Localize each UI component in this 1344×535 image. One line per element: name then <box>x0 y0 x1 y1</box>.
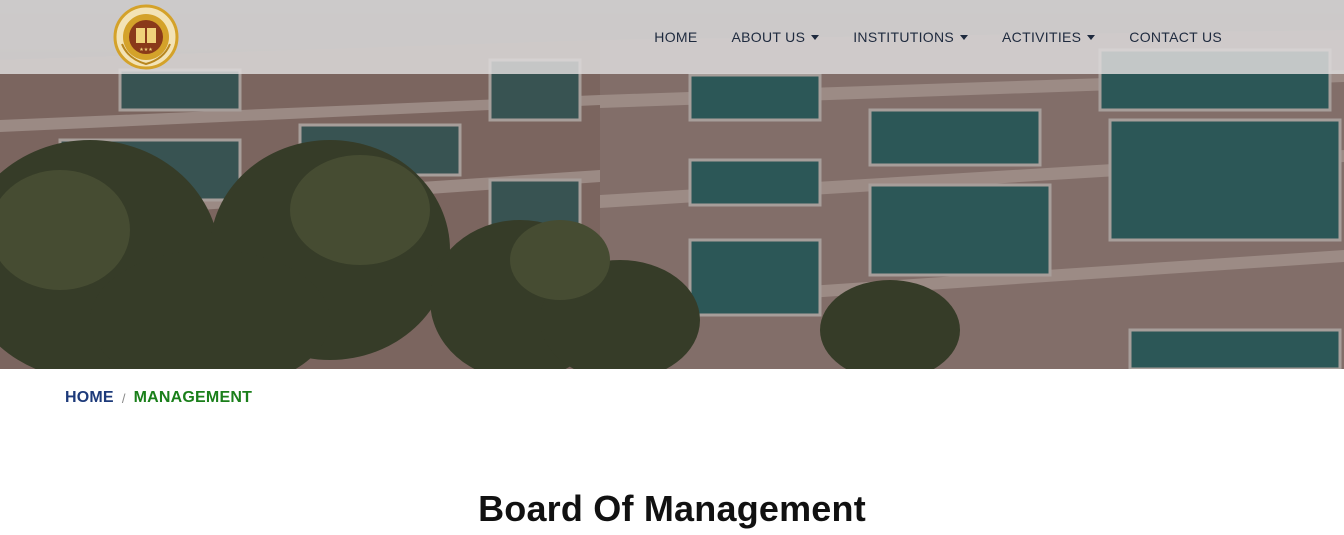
nav-contact-us[interactable]: CONTACT US <box>1129 29 1222 45</box>
caret-down-icon <box>960 34 969 40</box>
breadcrumb-home-link[interactable]: HOME <box>65 389 114 407</box>
trust-emblem-logo[interactable]: ★★★ <box>108 4 184 70</box>
breadcrumb-current: MANAGEMENT <box>133 389 253 406</box>
nav-home[interactable]: HOME <box>654 29 697 45</box>
page-title: Board Of Management <box>478 488 866 529</box>
nav-about-us[interactable]: ABOUT US <box>732 29 820 45</box>
nav-institutions-label: INSTITUTIONS <box>853 29 955 45</box>
breadcrumb-separator: / <box>121 390 126 406</box>
nav-institutions[interactable]: INSTITUTIONS <box>853 29 969 45</box>
nav-activities-label: ACTIVITIES <box>1002 29 1082 45</box>
navbar: ★★★ HOME ABOUT US INSTITUTIONS ACTIVITIE… <box>0 0 1344 74</box>
main-nav: HOME ABOUT US INSTITUTIONS ACTIVITIES CO… <box>620 0 1222 74</box>
caret-down-icon <box>811 34 820 40</box>
nav-about-us-label: ABOUT US <box>731 29 806 45</box>
breadcrumb: HOME / MANAGEMENT <box>65 389 252 407</box>
svg-text:★★★: ★★★ <box>139 47 153 53</box>
nav-contact-us-label: CONTACT US <box>1129 29 1222 45</box>
nav-activities[interactable]: ACTIVITIES <box>1002 29 1096 45</box>
nav-home-label: HOME <box>654 29 698 45</box>
caret-down-icon <box>1087 34 1096 40</box>
